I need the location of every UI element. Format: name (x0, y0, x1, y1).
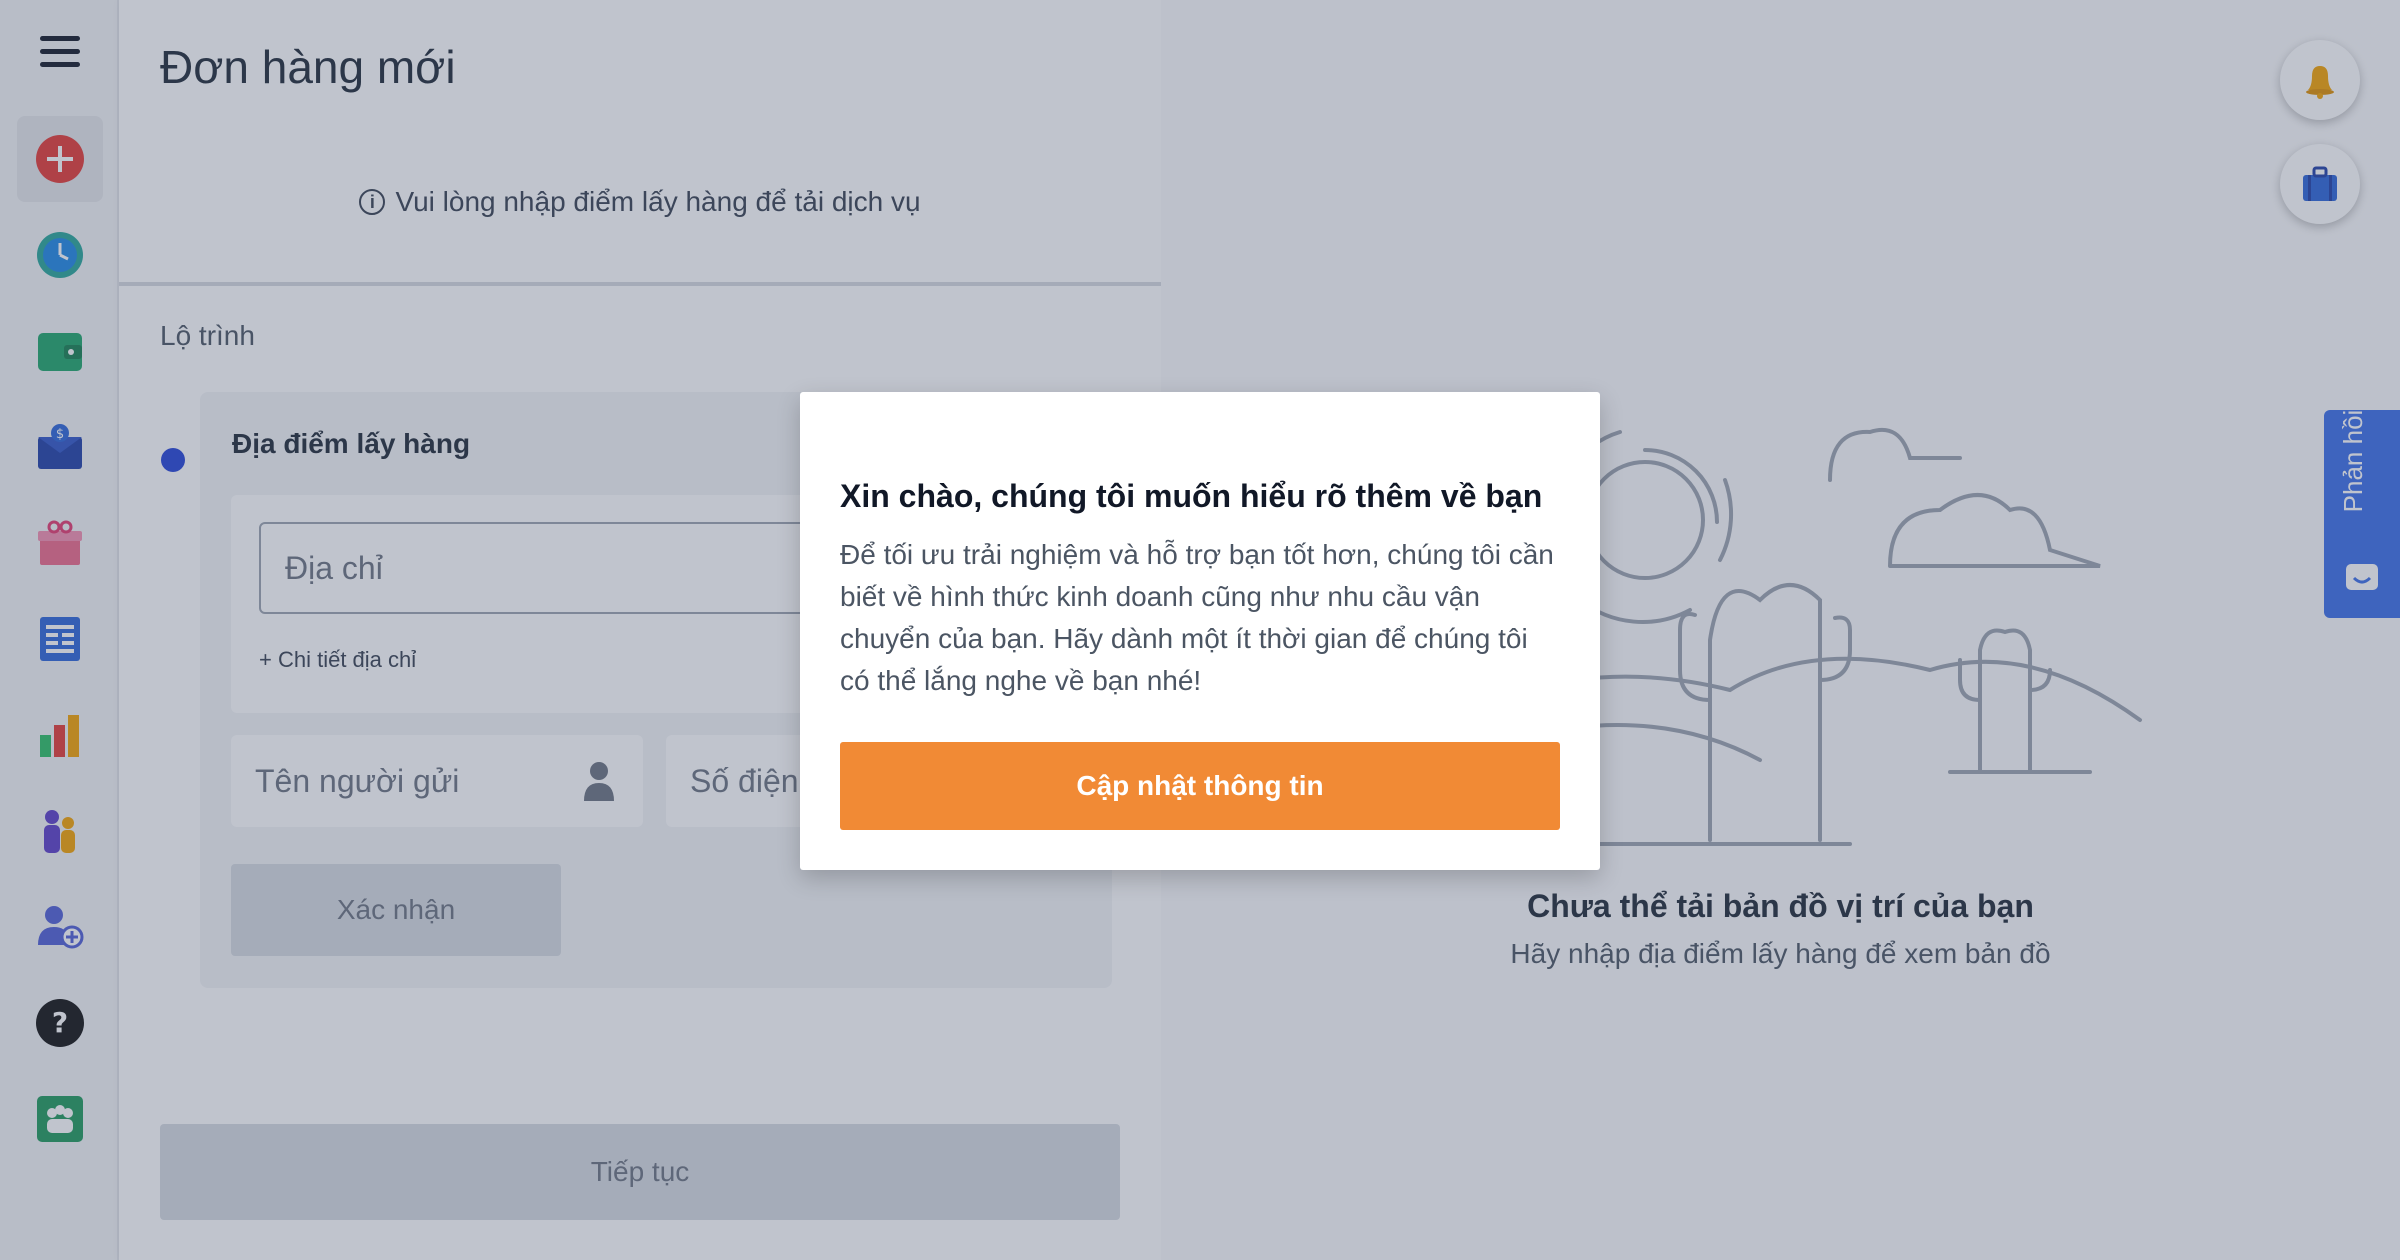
update-info-button[interactable]: Cập nhật thông tin (840, 742, 1560, 830)
modal-body-text: Để tối ưu trải nghiệm và hỗ trợ bạn tốt … (840, 539, 1554, 696)
modal-title: Xin chào, chúng tôi muốn hiểu rõ thêm về… (840, 478, 1543, 514)
welcome-modal: Xin chào, chúng tôi muốn hiểu rõ thêm về… (800, 392, 1600, 870)
